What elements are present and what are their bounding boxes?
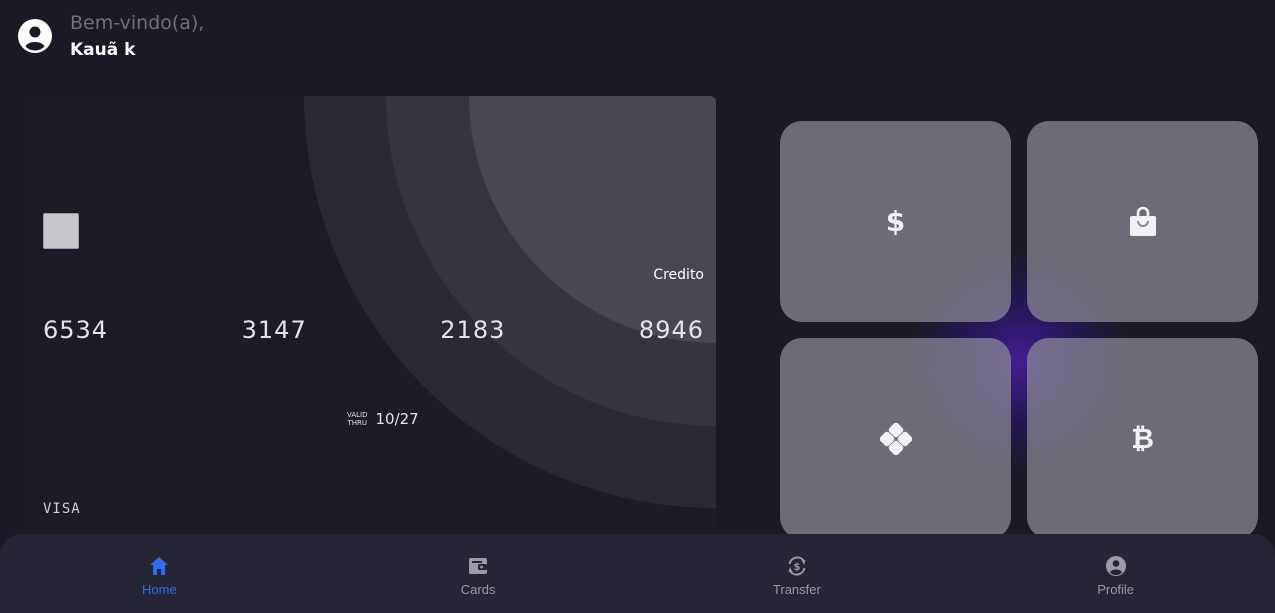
card-number-group: 8946	[638, 316, 704, 344]
nav-label: Profile	[1097, 582, 1135, 597]
nav-label: Home	[142, 582, 177, 597]
nav-label: Cards	[460, 582, 496, 597]
shopping-bag-icon	[1129, 206, 1156, 236]
card-number-group: 3147	[241, 316, 307, 344]
card-chip	[43, 213, 79, 249]
wallet-icon	[469, 558, 488, 574]
nav-label: Transfer	[772, 582, 821, 597]
nav-item-profile[interactable]: Profile	[956, 534, 1275, 613]
card-type: Credito	[653, 267, 704, 283]
credit-card[interactable]: Credito 6534 3147 2183 8946 VALID THRU 1…	[31, 96, 716, 536]
card-validity: VALID THRU 10/27	[347, 410, 419, 428]
svg-text:$: $	[793, 562, 800, 573]
card-number: 6534 3147 2183 8946	[43, 316, 704, 344]
bitcoin-icon: ₿	[1131, 421, 1154, 455]
valid-thru-label: VALID THRU	[347, 411, 368, 427]
transfer-icon: $	[788, 556, 806, 576]
shopping-action-button[interactable]	[1027, 121, 1258, 322]
user-circle-icon	[1105, 556, 1126, 576]
nav-item-home[interactable]: Home	[0, 534, 319, 613]
nav-item-cards[interactable]: Cards	[319, 534, 638, 613]
app-root: Bem-vindo(a), Kauã k Credito 6534 3147 2…	[0, 0, 1275, 613]
dollar-icon: $	[885, 204, 906, 238]
greeting: Bem-vindo(a), Kauã k	[70, 10, 204, 62]
bitcoin-action-button[interactable]: ₿	[1027, 338, 1258, 539]
user-circle-icon[interactable]	[18, 19, 52, 53]
card-brand: VISA	[43, 501, 81, 517]
header: Bem-vindo(a), Kauã k	[18, 10, 204, 62]
username: Kauã k	[70, 40, 136, 60]
home-icon	[150, 557, 169, 575]
pix-icon	[879, 422, 912, 455]
dollar-action-button[interactable]: $	[780, 121, 1011, 322]
welcome-text: Bem-vindo(a),	[70, 12, 205, 34]
bottom-nav: Home Cards $ Transfer Profile	[0, 534, 1275, 613]
card-number-group: 2183	[440, 316, 506, 344]
card-number-group: 6534	[43, 316, 109, 344]
pix-action-button[interactable]	[780, 338, 1011, 539]
quick-actions: $ ₿	[780, 121, 1258, 541]
expiry-date: 10/27	[375, 410, 419, 428]
nav-item-transfer[interactable]: $ Transfer	[638, 534, 957, 613]
